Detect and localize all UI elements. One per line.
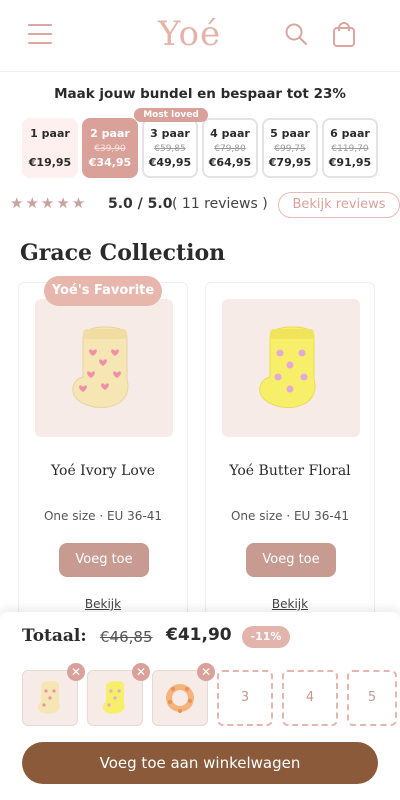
discount-badge: -11%	[242, 626, 290, 648]
bundle-price: €19,95	[28, 156, 72, 169]
view-reviews-button[interactable]: Bekijk reviews	[278, 192, 400, 218]
bundle-option-5[interactable]: 5 paar €99,75 €79,95	[262, 118, 318, 178]
bundle-slot-filled: ✕	[87, 663, 150, 726]
bundle-price: €49,95	[148, 156, 192, 169]
menu-icon[interactable]	[28, 24, 52, 46]
add-to-bundle-button[interactable]: Voeg toe	[246, 543, 336, 577]
bundle-slot-empty: 3	[217, 670, 273, 726]
bundle-slot-filled: ✕	[22, 663, 85, 726]
bundle-option-3[interactable]: 3 paar €59,85 €49,95	[142, 118, 198, 178]
view-product-link[interactable]: Bekijk	[19, 597, 187, 611]
add-to-bundle-button[interactable]: Voeg toe	[59, 543, 149, 577]
product-size: One size · EU 36-41	[43, 509, 162, 523]
bundle-qty: 2 paar	[90, 127, 130, 140]
view-product-link[interactable]: Bekijk	[206, 597, 374, 611]
bundle-price: €91,95	[328, 156, 372, 169]
remove-item-icon[interactable]: ✕	[197, 663, 215, 681]
bundle-old-price: €79,80	[214, 144, 246, 154]
product-card-butter-floral[interactable]: Yoé Butter Floral One size · EU 36-41 Vo…	[205, 282, 375, 622]
product-size: One size · EU 36-41	[230, 509, 349, 523]
bundle-option-6[interactable]: 6 paar €119,70 €91,95	[322, 118, 378, 178]
total-old-price: €46,85	[100, 628, 153, 646]
remove-item-icon[interactable]: ✕	[132, 663, 150, 681]
product-image[interactable]	[35, 299, 173, 437]
product-image[interactable]	[222, 299, 360, 437]
bundle-price: €64,95	[208, 156, 252, 169]
bundle-qty: 1 paar	[30, 127, 70, 140]
total-label: Totaal:	[22, 626, 87, 646]
remove-item-icon[interactable]: ✕	[67, 663, 85, 681]
bundle-option-1[interactable]: 1 paar €19,95	[22, 118, 78, 178]
rating-row: ★★★★★ 5.0 / 5.0 ( 11 reviews ) Bekijk re…	[10, 192, 400, 218]
bundle-qty: 6 paar	[330, 127, 370, 140]
rating-score: 5.0 / 5.0	[108, 196, 173, 212]
review-count: ( 11 reviews )	[172, 196, 268, 212]
bundle-old-price: €119,70	[331, 144, 369, 154]
bundle-old-price: €59,85	[154, 144, 186, 154]
bundle-old-price: €99,75	[274, 144, 306, 154]
star-rating-icon: ★★★★★	[10, 194, 88, 212]
bundle-old-price: €39,90	[94, 144, 126, 154]
bundle-summary-panel: Totaal: €46,85 €41,90 -11% ✕ ✕ ✕ 3 4 5 V…	[0, 612, 400, 800]
bundle-options: 1 paar €19,95 2 paar €39,90 €34,95 3 paa…	[22, 118, 392, 178]
bundle-option-4[interactable]: 4 paar €79,80 €64,95	[202, 118, 258, 178]
bundle-price: €34,95	[88, 156, 132, 169]
bundle-option-2[interactable]: 2 paar €39,90 €34,95	[82, 118, 138, 178]
bundle-slot-empty: 4	[282, 670, 338, 726]
brand-logo[interactable]: Yoé	[158, 14, 221, 54]
site-header: Yoé	[0, 0, 400, 72]
product-name[interactable]: Yoé Butter Floral	[206, 463, 374, 479]
bundle-slot-empty: 5	[347, 670, 397, 726]
bundle-qty: 4 paar	[210, 127, 250, 140]
total-new-price: €41,90	[166, 625, 232, 645]
bundle-title: Maak jouw bundel en bespaar tot 23%	[54, 86, 346, 102]
search-icon[interactable]	[284, 22, 308, 48]
product-name[interactable]: Yoé Ivory Love	[19, 463, 187, 479]
product-card-ivory-love[interactable]: Yoé Ivory Love One size · EU 36-41 Voeg …	[18, 282, 188, 622]
favorite-badge: Yoé's Favorite	[44, 276, 162, 306]
add-to-cart-button[interactable]: Voeg toe aan winkelwagen	[22, 742, 378, 784]
bundle-qty: 5 paar	[270, 127, 310, 140]
bundle-qty: 3 paar	[150, 127, 190, 140]
bundle-price: €79,95	[268, 156, 312, 169]
shopping-bag-icon[interactable]	[332, 22, 356, 48]
most-loved-badge: Most loved	[134, 108, 208, 122]
bundle-slots: ✕ ✕ ✕ 3 4 5	[22, 663, 400, 728]
bundle-slot-filled: ✕	[152, 663, 215, 726]
collection-title: Grace Collection	[20, 240, 226, 266]
